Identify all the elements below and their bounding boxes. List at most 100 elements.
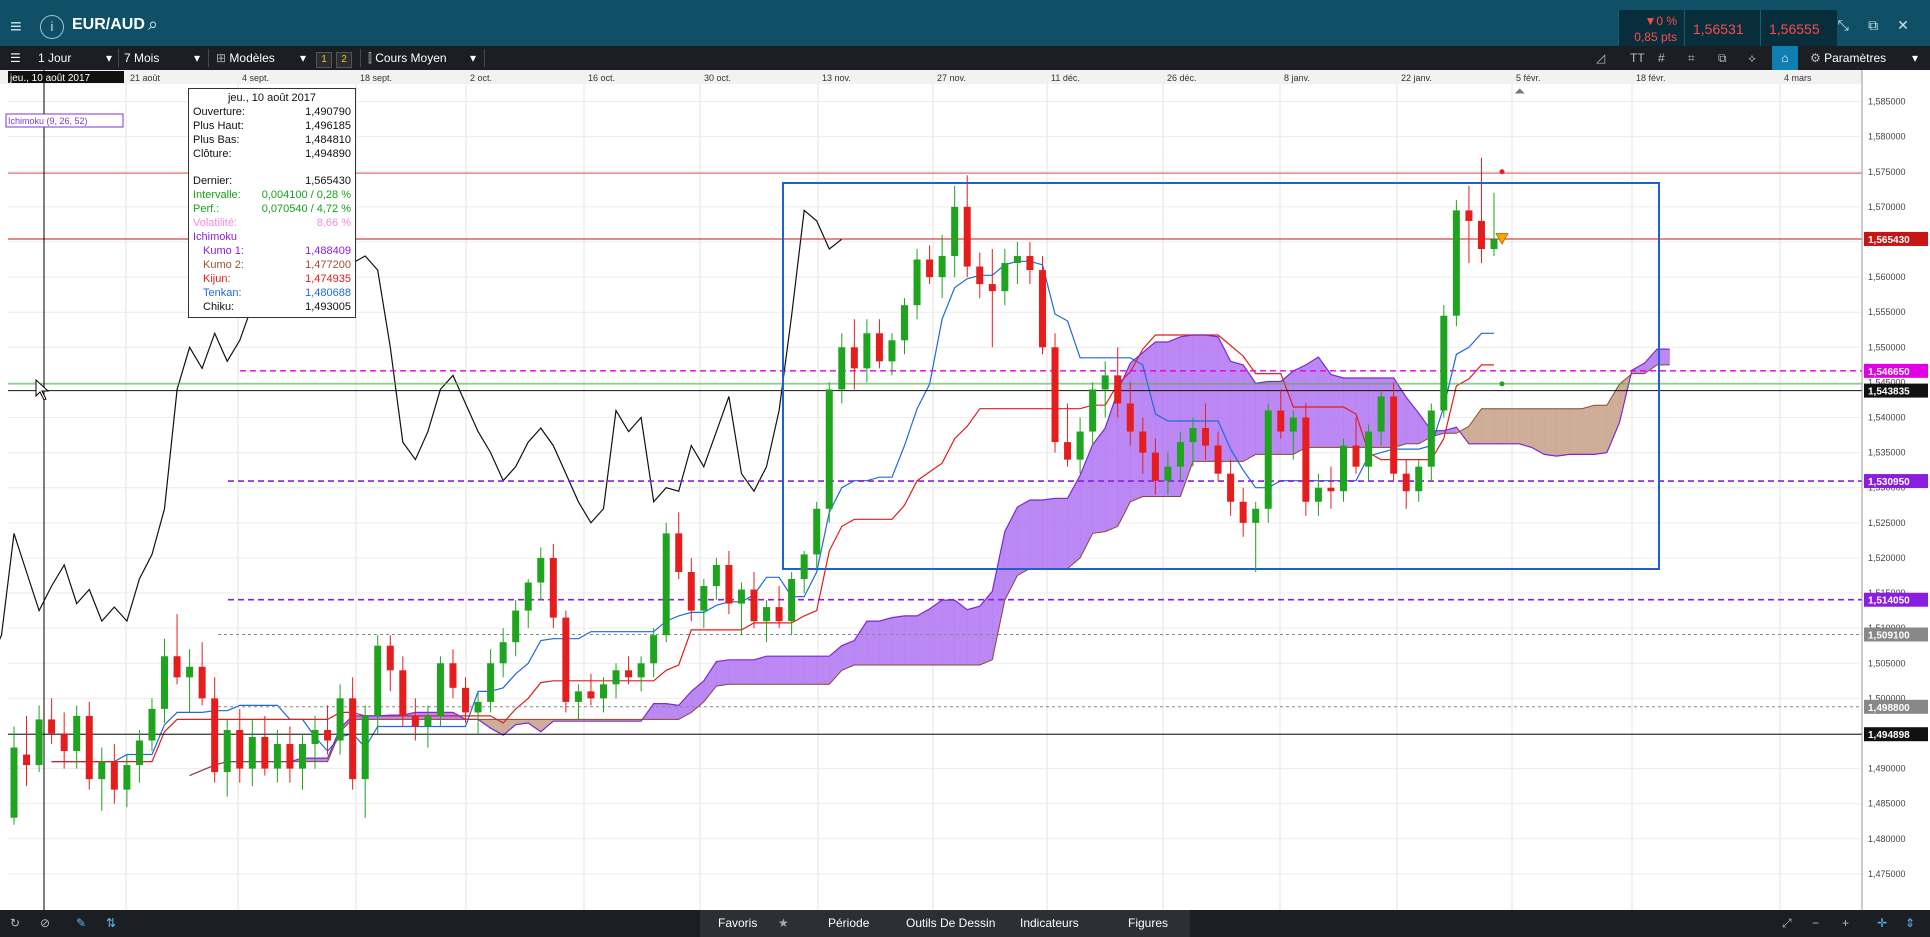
candle-body: [474, 701, 482, 713]
candle-body: [1277, 410, 1285, 432]
candle-body: [436, 663, 444, 716]
low-label: Plus Bas:: [193, 134, 240, 146]
menu-icon[interactable]: ≡: [10, 16, 32, 38]
info-icon[interactable]: i: [40, 15, 64, 39]
time-axis-label: 22 janv.: [1401, 73, 1432, 83]
magnet-icon[interactable]: ⟡: [1748, 46, 1756, 70]
buy-price-box[interactable]: 1,56555: [1760, 10, 1837, 46]
candle-body: [574, 691, 582, 702]
price-tick-label: 1,475000: [1868, 869, 1906, 879]
price-tick-label: 1,520000: [1868, 553, 1906, 563]
gear-icon: ⚙: [1810, 51, 1821, 65]
range-select[interactable]: 7 Mois ▾: [124, 46, 206, 70]
price-tick-label: 1,505000: [1868, 658, 1906, 668]
settings-button[interactable]: ⚙ Paramètres ▾: [1810, 46, 1920, 70]
buy-price[interactable]: 1,56555: [1769, 21, 1820, 37]
candle-body: [1415, 466, 1423, 492]
period-tab[interactable]: Période: [828, 910, 869, 937]
chart-list-icon[interactable]: ☰: [10, 46, 21, 70]
pencil-icon[interactable]: ✎: [70, 910, 92, 937]
candle-body: [1239, 501, 1247, 523]
close-icon[interactable]: ✕: [1890, 17, 1916, 34]
price-tick-label: 1,560000: [1868, 272, 1906, 282]
crosshair-icon[interactable]: ✛: [1870, 910, 1894, 937]
period-select[interactable]: 1 Jour ▾: [38, 46, 118, 70]
candle-body: [1114, 375, 1122, 404]
time-axis-label: 26 déc.: [1167, 73, 1197, 83]
layout-badge-2[interactable]: 2: [336, 52, 352, 68]
chevron-down-icon: ▾: [1911, 51, 1918, 65]
fit-icon[interactable]: ⤢: [1782, 910, 1792, 937]
candle-body: [236, 729, 244, 769]
candle-body: [35, 719, 43, 766]
disable-icon[interactable]: ⊘: [40, 910, 50, 937]
indicators-tab[interactable]: Indicateurs: [1020, 910, 1079, 937]
window-controls: ⤡ ⧉ ✕: [1830, 17, 1916, 34]
cursor-grid-icon[interactable]: ⌗: [1688, 46, 1695, 70]
candle-body: [1001, 263, 1009, 292]
sell-price[interactable]: 1,56531: [1693, 21, 1744, 37]
candle-body: [1440, 315, 1448, 411]
popout-icon[interactable]: ⧉: [1860, 17, 1886, 34]
time-axis-label: 27 nov.: [937, 73, 966, 83]
time-axis-label: 18 sept.: [360, 73, 392, 83]
symbol-title[interactable]: EUR/AUD: [72, 16, 145, 34]
search-icon[interactable]: ⌕: [148, 14, 158, 35]
time-axis-label: 8 janv.: [1284, 73, 1310, 83]
drawing-tools-tab[interactable]: Outils De Dessin: [906, 910, 995, 937]
candle-body: [788, 579, 796, 622]
time-axis-label: 18 févr.: [1636, 73, 1666, 83]
kumo1-value: 1,488409: [305, 245, 351, 257]
zoom-in-icon[interactable]: +: [1842, 910, 1849, 937]
candle-body: [625, 670, 633, 678]
time-axis-label: 11 déc.: [1051, 73, 1080, 83]
change-points: 0,85 pts: [1634, 30, 1677, 44]
cloud-segment: [1531, 408, 1545, 455]
price-tick-label: 1,485000: [1868, 799, 1906, 809]
time-axis-label: 4 mars: [1784, 73, 1812, 83]
text-size-icon[interactable]: TT: [1630, 46, 1645, 70]
candle-body: [1189, 428, 1197, 443]
alert-marker: [1499, 381, 1505, 387]
cloud-segment: [891, 615, 905, 666]
layout-badge-1[interactable]: 1: [316, 52, 332, 68]
star-icon[interactable]: ★: [778, 910, 789, 937]
collapse-icon[interactable]: ⤡: [1830, 17, 1856, 34]
candle-body: [537, 557, 545, 583]
candle-body: [311, 729, 319, 745]
candle-body: [737, 589, 745, 604]
candle-body: [725, 564, 733, 604]
candle-body: [374, 645, 382, 716]
candle-body: [838, 347, 846, 390]
layers-icon[interactable]: ⧉: [1718, 46, 1727, 70]
price-type-select[interactable]: ⫿ Cours Moyen ▾: [368, 46, 480, 70]
candle-body: [1164, 466, 1172, 481]
refresh-icon[interactable]: ↻: [10, 910, 20, 937]
draw-line-icon[interactable]: ◿: [1596, 46, 1605, 70]
price-tick-label: 1,490000: [1868, 764, 1906, 774]
favorites-tab[interactable]: Favoris: [718, 910, 757, 937]
bottom-toolbar: ↻ ⊘ ✎ ⇅ Favoris ★ Période Outils De Dess…: [0, 910, 1930, 937]
candle-body: [48, 719, 56, 734]
figures-tab[interactable]: Figures: [1128, 910, 1168, 937]
crosshair-grid-icon[interactable]: #: [1658, 46, 1665, 70]
price-tick-label: 1,540000: [1868, 413, 1906, 423]
candle-body: [386, 645, 394, 671]
upload-icon[interactable]: ⏶: [1514, 83, 1525, 99]
sell-price-box[interactable]: 1,56531: [1684, 10, 1761, 46]
cloud-segment: [728, 659, 742, 685]
models-select[interactable]: ⊞ Modèles ▾: [216, 46, 310, 70]
cloud-segment: [653, 703, 667, 720]
candle-body: [1264, 410, 1272, 509]
tag-icon[interactable]: ⌂: [1772, 46, 1798, 70]
expand-icon[interactable]: ⇕: [1898, 910, 1922, 937]
cloud-segment: [1042, 497, 1056, 569]
zoom-out-icon[interactable]: −: [1812, 910, 1819, 937]
candle-body: [60, 733, 68, 752]
layout-badges[interactable]: 12: [316, 46, 356, 70]
swap-icon[interactable]: ⇅: [100, 910, 122, 937]
tenkan-value: 1,480688: [305, 287, 351, 299]
cloud-segment: [778, 655, 792, 685]
candle-body: [988, 284, 996, 292]
kumo1-label: Kumo 1:: [203, 245, 244, 257]
